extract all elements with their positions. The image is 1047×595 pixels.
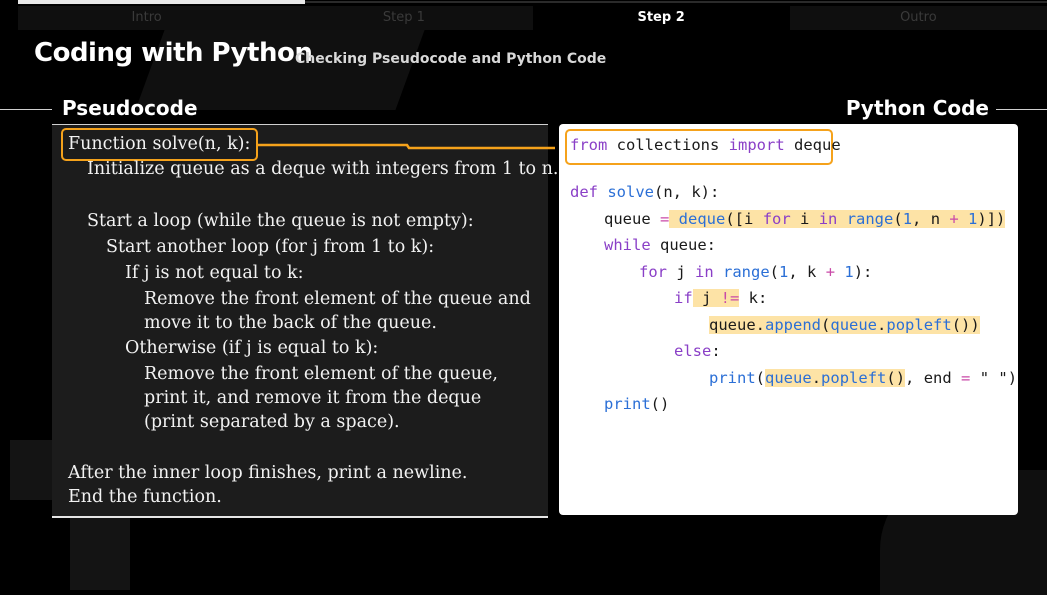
pseudocode-heading: Pseudocode	[62, 96, 198, 120]
python-code-panel: from collections import deque def solve(…	[559, 124, 1018, 515]
code-line: from collections import deque	[570, 136, 841, 154]
step-tab-intro[interactable]: Intro	[18, 6, 276, 30]
pseudocode-line: Start another loop (for j from 1 to k):	[106, 237, 435, 257]
pseudocode-line: Function solve(n, k):	[68, 134, 251, 154]
python-code-heading: Python Code	[845, 96, 989, 120]
step-tab-outro[interactable]: Outro	[789, 6, 1047, 30]
pseudocode-line: Start a loop (while the queue is not emp…	[87, 211, 474, 231]
code-line: print()	[604, 395, 670, 413]
code-line: print(queue.popleft(), end = " ")	[709, 369, 1018, 387]
code-line: for j in range(1, k + 1):	[639, 263, 873, 281]
progress-bar-track	[305, 1, 1047, 3]
code-line: queue = deque([i for i in range(1, n + 1…	[604, 210, 1006, 228]
pseudocode-line: move it to the back of the queue.	[144, 313, 437, 333]
pseudocode-line: Initialize queue as a deque with integer…	[87, 159, 559, 179]
pseudocode-line: End the function.	[68, 487, 222, 507]
pseudocode-line: Otherwise (if j is equal to k):	[125, 338, 379, 358]
code-line: if j != k:	[674, 289, 768, 307]
pseudocode-line: print it, and remove it from the deque	[144, 388, 482, 408]
pseudocode-line: After the inner loop finishes, print a n…	[68, 463, 468, 483]
code-line: while queue:	[604, 236, 716, 254]
progress-bar-fill	[18, 0, 305, 4]
pseudocode-line: Remove the front element of the queue,	[144, 364, 498, 384]
code-line: else:	[674, 342, 721, 360]
pseudocode-line: If j is not equal to k:	[125, 263, 304, 283]
step-tab-step-1[interactable]: Step 1	[275, 6, 533, 30]
divider	[0, 109, 52, 110]
step-tab-step-2[interactable]: Step 2	[532, 6, 790, 30]
pseudocode-panel: Function solve(n, k): Initialize queue a…	[52, 124, 558, 518]
step-navigation: Intro Step 1 Step 2 Outro	[18, 6, 1047, 30]
code-line: queue.append(queue.popleft())	[709, 316, 980, 334]
pseudocode-line: (print separated by a space).	[144, 412, 400, 432]
connector-arrow	[257, 143, 555, 150]
code-line: def solve(n, k):	[570, 183, 720, 201]
page-subtitle: Checking Pseudocode and Python Code	[295, 51, 607, 67]
pseudocode-line: Remove the front element of the queue an…	[144, 289, 531, 309]
page-title: Coding with Python	[34, 38, 313, 68]
divider	[996, 109, 1047, 110]
